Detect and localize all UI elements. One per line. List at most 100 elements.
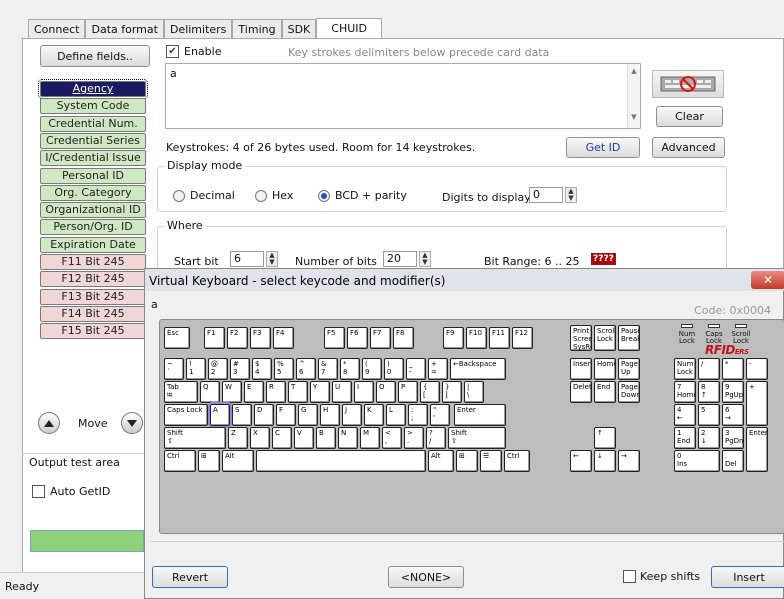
- key-letter[interactable]: Z: [228, 427, 248, 449]
- key-f2[interactable]: F2: [227, 327, 248, 349]
- key-letter[interactable]: } ]: [442, 381, 462, 403]
- key-numpad-6[interactable]: 6 →: [722, 404, 744, 426]
- key-numpad-4[interactable]: 4 ←: [674, 404, 696, 426]
- key-letter[interactable]: ? /: [426, 427, 446, 449]
- auto-getid-checkbox[interactable]: Auto GetID: [32, 485, 110, 498]
- field-item[interactable]: Credential Num.: [40, 115, 146, 132]
- key-numpad-divide[interactable]: /: [698, 358, 720, 380]
- key-letter[interactable]: X: [250, 427, 270, 449]
- advanced-button[interactable]: Advanced: [652, 137, 725, 158]
- key-num-row[interactable]: _ -: [406, 358, 426, 380]
- key-numpad-enter[interactable]: Enter: [746, 427, 768, 472]
- radio-hex[interactable]: Hex: [255, 189, 293, 202]
- key-f7[interactable]: F7: [370, 327, 391, 349]
- digits-spinner[interactable]: ▲ ▼: [565, 187, 577, 203]
- key-letter[interactable]: C: [272, 427, 292, 449]
- key-letter[interactable]: | \: [464, 381, 484, 403]
- key-space[interactable]: [256, 450, 426, 472]
- key-num-row[interactable]: ) 0: [384, 358, 404, 380]
- tab-chuid[interactable]: CHUID: [316, 18, 382, 39]
- tab-sdk[interactable]: SDK: [281, 19, 317, 39]
- keyboard-disabled-button[interactable]: [652, 70, 724, 98]
- key-numpad-7[interactable]: 7 Home: [674, 381, 696, 403]
- key-win-right[interactable]: ⊞: [456, 450, 478, 472]
- key-enter[interactable]: Enter: [454, 404, 506, 426]
- key-alt-left[interactable]: Alt: [222, 450, 254, 472]
- key-letter[interactable]: D: [254, 404, 274, 426]
- keystrokes-textarea[interactable]: a: [165, 63, 641, 129]
- key-numpad-multiply[interactable]: *: [722, 358, 744, 380]
- key-ctrl-right[interactable]: Ctrl: [504, 450, 530, 472]
- enable-checkbox[interactable]: ✔ Enable: [166, 45, 221, 58]
- key-arrow-right[interactable]: →: [618, 450, 640, 472]
- key-letter[interactable]: E: [244, 381, 264, 403]
- key-shift-right[interactable]: Shift ⇧: [448, 427, 506, 449]
- move-down-button[interactable]: [121, 412, 143, 434]
- field-item[interactable]: Credential Series: [40, 132, 146, 149]
- field-item[interactable]: Expiration Date: [40, 236, 146, 253]
- key-print-screen[interactable]: Print Screen SysRq: [570, 325, 592, 351]
- field-item[interactable]: F12 Bit 245: [40, 271, 146, 288]
- key-page-up[interactable]: Page Up: [618, 358, 640, 380]
- key-letter[interactable]: { [: [420, 381, 440, 403]
- key-numpad-2[interactable]: 2 ↓: [698, 427, 720, 449]
- key-f4[interactable]: F4: [273, 327, 294, 349]
- key-home[interactable]: Home: [594, 358, 616, 380]
- key-win-left[interactable]: ⊞: [198, 450, 220, 472]
- key-tab[interactable]: Tab ⭾: [164, 381, 198, 403]
- tab-timing[interactable]: Timing: [232, 19, 282, 39]
- key-num-row[interactable]: @ 2: [208, 358, 228, 380]
- key-num-row[interactable]: ^ 6: [296, 358, 316, 380]
- none-button[interactable]: <NONE>: [388, 566, 464, 588]
- radio-bcd-parity[interactable]: BCD + parity: [318, 189, 407, 202]
- key-letter[interactable]: L: [386, 404, 406, 426]
- key-letter[interactable]: T: [288, 381, 308, 403]
- key-numpad-9[interactable]: 9 PgUp: [722, 381, 744, 403]
- close-button[interactable]: ✕: [751, 271, 784, 289]
- key-numpad-plus[interactable]: +: [746, 381, 768, 426]
- key-numpad-8[interactable]: 8 ↑: [698, 381, 720, 403]
- key-letter[interactable]: B: [316, 427, 336, 449]
- field-item[interactable]: Org. Category: [40, 184, 146, 201]
- key-end[interactable]: End: [594, 381, 616, 403]
- textarea-scrollbar[interactable]: ▲ ▼: [627, 64, 640, 128]
- key-numpad-5[interactable]: 5: [698, 404, 720, 426]
- key-letter[interactable]: O: [376, 381, 396, 403]
- key-scroll-lock[interactable]: Scroll Lock: [594, 325, 616, 351]
- key-letter[interactable]: M: [360, 427, 380, 449]
- key-arrow-down[interactable]: ↓: [594, 450, 616, 472]
- key-menu[interactable]: ☰: [480, 450, 502, 472]
- key-letter[interactable]: R: [266, 381, 286, 403]
- key-page-down[interactable]: Page Down: [618, 381, 640, 403]
- start-bit-input[interactable]: 6: [230, 251, 264, 267]
- key-pause[interactable]: Pause Break: [618, 325, 640, 351]
- keep-shifts-checkbox[interactable]: Keep shifts: [623, 570, 700, 583]
- tab-connect[interactable]: Connect: [28, 19, 86, 39]
- key-letter[interactable]: F: [276, 404, 296, 426]
- key-letter[interactable]: K: [364, 404, 384, 426]
- key-f8[interactable]: F8: [393, 327, 414, 349]
- key-f6[interactable]: F6: [347, 327, 368, 349]
- key-f12[interactable]: F12: [512, 327, 533, 349]
- start-bit-spinner[interactable]: ▲ ▼: [266, 251, 278, 267]
- number-of-bits-input[interactable]: 20: [383, 251, 417, 267]
- key-arrow-up[interactable]: ↑: [594, 427, 616, 449]
- key-esc[interactable]: Esc: [164, 327, 190, 349]
- key-f11[interactable]: F11: [489, 327, 510, 349]
- key-letter[interactable]: Q: [200, 381, 220, 403]
- key-f1[interactable]: F1: [204, 327, 225, 349]
- key-ctrl-left[interactable]: Ctrl: [164, 450, 196, 472]
- key-num-row[interactable]: ( 9: [362, 358, 382, 380]
- move-up-button[interactable]: [38, 412, 60, 434]
- key-f9[interactable]: F9: [443, 327, 464, 349]
- key-num-row[interactable]: * 8: [340, 358, 360, 380]
- number-of-bits-spinner[interactable]: ▲ ▼: [419, 251, 431, 267]
- key-num-row[interactable]: + =: [428, 358, 448, 380]
- key-delete[interactable]: Delete: [570, 381, 592, 403]
- field-item[interactable]: F11 Bit 245: [40, 254, 146, 270]
- key-letter[interactable]: V: [294, 427, 314, 449]
- key-numpad-minus[interactable]: -: [746, 358, 768, 380]
- key-num-row[interactable]: % 5: [274, 358, 294, 380]
- key-num-row[interactable]: & 7: [318, 358, 338, 380]
- key-f5[interactable]: F5: [324, 327, 345, 349]
